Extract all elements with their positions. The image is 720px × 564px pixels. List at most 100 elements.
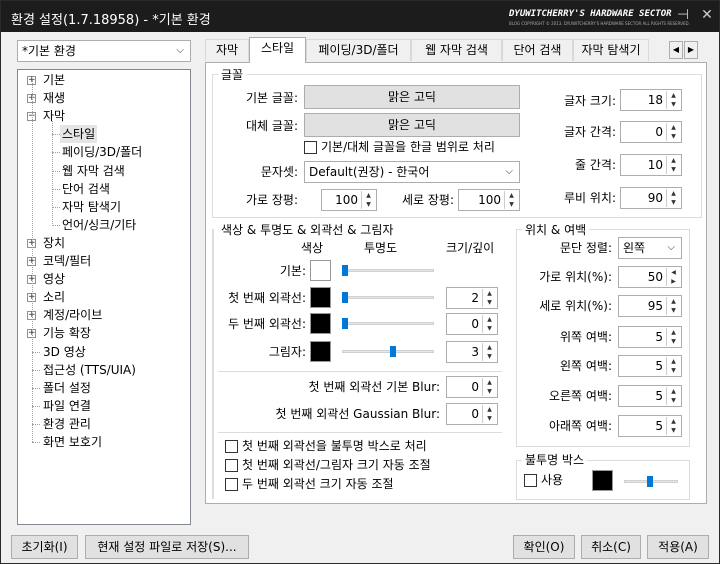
base-font-button[interactable]: 맑은 고딕 xyxy=(304,85,520,109)
tree-item[interactable]: 파일 연결 xyxy=(43,397,91,415)
tree-item[interactable]: 장치 xyxy=(43,234,65,252)
tree-item[interactable]: 웹 자막 검색 xyxy=(62,162,125,180)
hpos-spinner[interactable]: 50 ◀ ▶ xyxy=(618,266,682,288)
opt1-label: 첫 번째 외곽선을 불투명 박스로 처리 xyxy=(242,439,427,453)
tree-item[interactable]: 기본 xyxy=(43,71,65,89)
tree-item[interactable]: 스타일 xyxy=(60,125,98,144)
tree-item[interactable]: 폴더 설정 xyxy=(43,379,91,397)
tab-4[interactable]: 단어 검색 xyxy=(502,39,573,61)
tree-item[interactable]: 단어 검색 xyxy=(62,180,110,198)
tab-scroll-right-icon[interactable]: ▶ xyxy=(684,41,698,59)
charset-select[interactable]: Default(권장) - 한국어 ⌵ xyxy=(304,161,520,183)
hscale-spinner[interactable]: 100 ▲ ▼ xyxy=(321,189,377,211)
size-spinner[interactable]: 18 ▲ ▼ xyxy=(620,89,682,111)
tree-item[interactable]: 화면 보호기 xyxy=(43,433,102,451)
opacity-thumb[interactable] xyxy=(342,318,348,329)
settings-window: 환경 설정(1.7.18958) - *기본 환경 DYUWITCHERRY'S… xyxy=(0,0,720,564)
tree-connector xyxy=(32,442,40,443)
vpos-spinner[interactable]: 95 ▲ ▼ xyxy=(618,295,682,317)
tab-1[interactable]: 스타일 xyxy=(249,37,306,63)
opaque-opacity-thumb[interactable] xyxy=(646,476,653,487)
top-margin-spinner[interactable]: 5 ▲ ▼ xyxy=(618,326,682,348)
opacity-slider[interactable] xyxy=(342,322,434,325)
size-value: 18 xyxy=(647,93,663,107)
save-to-file-button[interactable]: 현재 설정 파일로 저장(S)... xyxy=(85,535,249,559)
ok-button[interactable]: 확인(O) xyxy=(513,535,575,559)
tree-item[interactable]: 계정/라이브 xyxy=(43,306,102,324)
close-icon[interactable]: ✕ xyxy=(699,7,715,23)
blur-value: 0 xyxy=(471,380,479,394)
base-font-label: 기본 글꼴: xyxy=(245,91,298,105)
tree-item[interactable]: 페이딩/3D/폴더 xyxy=(62,143,142,161)
opacity-slider[interactable] xyxy=(342,296,434,299)
size-depth-spinner[interactable]: 3 ▲ ▼ xyxy=(446,341,498,363)
vpos-label: 세로 위치(%): xyxy=(539,299,612,313)
tree-item[interactable]: 소리 xyxy=(43,288,65,306)
bottom-margin-value: 5 xyxy=(655,419,663,433)
size-depth-spinner[interactable]: 0 ▲ ▼ xyxy=(446,313,498,335)
color-swatch[interactable] xyxy=(310,260,331,281)
opt3-checkbox[interactable] xyxy=(225,478,238,491)
size-depth-spinner[interactable]: 2 ▲ ▼ xyxy=(446,287,498,309)
opaque-use-checkbox[interactable] xyxy=(524,474,537,487)
left-margin-spinner[interactable]: 5 ▲ ▼ xyxy=(618,355,682,377)
tab-2[interactable]: 페이딩/3D/폴더 xyxy=(306,39,411,61)
tab-5[interactable]: 자막 탐색기 xyxy=(573,39,649,61)
opacity-slider[interactable] xyxy=(342,350,434,353)
tree-connector xyxy=(52,121,53,226)
color-group-title: 색상 & 투명도 & 외곽선 & 그림자 xyxy=(218,223,397,237)
cancel-button[interactable]: 취소(C) xyxy=(581,535,641,559)
opacity-slider[interactable] xyxy=(342,269,434,272)
blur-spinner[interactable]: 0 ▲ ▼ xyxy=(446,376,498,398)
gaussian-blur-spinner[interactable]: 0 ▲ ▼ xyxy=(446,403,498,425)
tree-item[interactable]: 환경 관리 xyxy=(43,415,91,433)
chevron-down-icon: ⌵ xyxy=(505,166,513,177)
color-group xyxy=(212,229,214,499)
color-swatch[interactable] xyxy=(310,341,331,362)
tree-item[interactable]: 자막 xyxy=(43,107,65,125)
tree-item[interactable]: 접근성 (TTS/UIA) xyxy=(43,361,136,379)
ruby-value: 90 xyxy=(647,191,663,205)
tree-item[interactable]: 3D 영상 xyxy=(43,343,86,361)
color-swatch[interactable] xyxy=(310,287,331,308)
tree-item[interactable]: 재생 xyxy=(43,89,65,107)
opacity-thumb[interactable] xyxy=(342,292,348,303)
tree-item[interactable]: 기능 확장 xyxy=(43,324,91,342)
vscale-spinner[interactable]: 100 ▲ ▼ xyxy=(458,189,520,211)
alt-font-button[interactable]: 맑은 고딕 xyxy=(304,113,520,137)
bottom-margin-spinner[interactable]: 5 ▲ ▼ xyxy=(618,415,682,437)
gaussian-blur-label: 첫 번째 외곽선 Gaussian Blur: xyxy=(275,407,441,421)
opt1-checkbox[interactable] xyxy=(225,440,238,453)
tab-scroll-left-icon[interactable]: ◀ xyxy=(669,41,683,59)
tree-item[interactable]: 영상 xyxy=(43,270,65,288)
style-panel: 글꼴 기본 글꼴: 맑은 고딕 대체 글꼴: 맑은 고딕 기본/대체 글꼴을 한… xyxy=(205,62,707,504)
right-margin-spinner[interactable]: 5 ▲ ▼ xyxy=(618,385,682,407)
color-row-label: 기본: xyxy=(279,264,306,278)
tab-3[interactable]: 웹 자막 검색 xyxy=(411,39,502,61)
korean-range-checkbox[interactable] xyxy=(304,141,317,154)
align-select[interactable]: 왼쪽 ⌵ xyxy=(618,237,682,259)
tab-0[interactable]: 자막 xyxy=(205,39,249,61)
alt-font-label: 대체 글꼴: xyxy=(245,119,298,133)
line-spacing-spinner[interactable]: 10 ▲ ▼ xyxy=(620,154,682,176)
pin-icon[interactable]: ⊣ xyxy=(675,7,691,23)
reset-button[interactable]: 초기화(I) xyxy=(11,535,78,559)
align-label: 문단 정렬: xyxy=(559,241,612,255)
ruby-label: 루비 위치: xyxy=(563,191,616,205)
left-margin-value: 5 xyxy=(655,359,663,373)
opt2-checkbox[interactable] xyxy=(225,459,238,472)
tree-connector xyxy=(52,152,60,154)
tree-item[interactable]: 자막 탐색기 xyxy=(62,198,121,216)
opacity-thumb[interactable] xyxy=(390,346,397,357)
apply-button[interactable]: 적용(A) xyxy=(647,535,709,559)
tree-connector xyxy=(52,134,60,136)
tree-item[interactable]: 코덱/필터 xyxy=(43,252,91,270)
opacity-thumb[interactable] xyxy=(342,265,348,276)
ruby-spinner[interactable]: 90 ▲ ▼ xyxy=(620,187,682,209)
tree-connector xyxy=(52,224,60,226)
opaque-color-swatch[interactable] xyxy=(592,470,613,491)
color-swatch[interactable] xyxy=(310,313,331,334)
spacing-spinner[interactable]: 0 ▲ ▼ xyxy=(620,121,682,143)
tree-item[interactable]: 언어/싱크/기타 xyxy=(62,216,136,234)
preset-select[interactable]: *기본 환경 ⌵ xyxy=(17,40,191,62)
